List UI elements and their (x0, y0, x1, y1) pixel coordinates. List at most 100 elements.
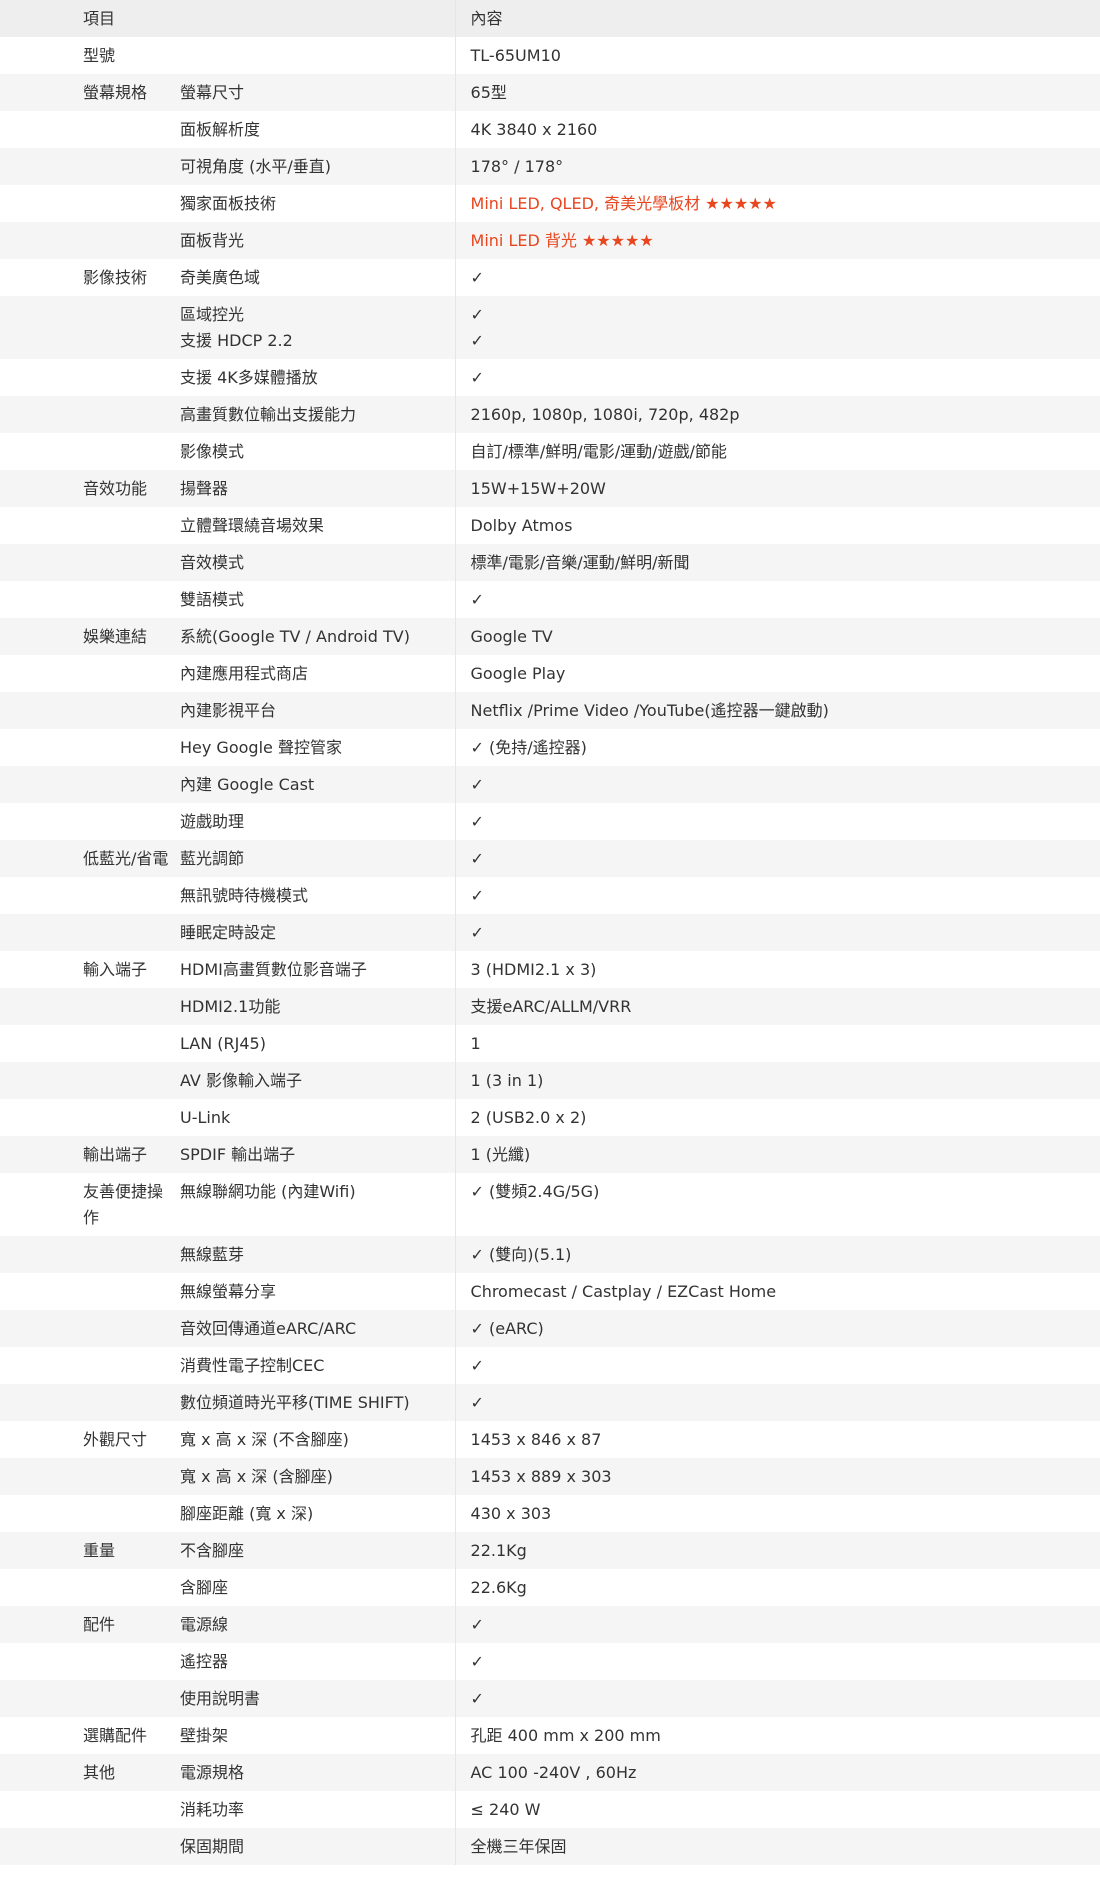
spec-item: 含腳座 (180, 1569, 456, 1606)
table-row: 使用說明書 ✓ (0, 1680, 1100, 1717)
spec-item: 不含腳座 (180, 1532, 456, 1569)
spec-value: Chromecast / Castplay / EZCast Home (454, 1273, 1100, 1310)
spec-value: 2 (USB2.0 x 2) (454, 1099, 1100, 1136)
spec-item: 數位頻道時光平移(TIME SHIFT) (180, 1384, 456, 1421)
spec-item: 面板解析度 (180, 111, 456, 148)
spec-value: 自訂/標準/鮮明/電影/運動/遊戲/節能 (454, 433, 1100, 470)
table-row: 獨家面板技術 Mini LED, QLED, 奇美光學板材 ★★★★★ (0, 185, 1100, 222)
spec-item: 無線螢幕分享 (180, 1273, 456, 1310)
spec-value: ✓ ✓ (454, 296, 1100, 359)
spec-category (0, 1062, 180, 1099)
spec-category: 影像技術 (0, 259, 180, 296)
spec-value: 1 (3 in 1) (454, 1062, 1100, 1099)
spec-value: 1453 x 889 x 303 (454, 1458, 1100, 1495)
spec-category: 低藍光/省電 (0, 840, 180, 877)
spec-category (0, 803, 180, 840)
spec-category (0, 1025, 180, 1062)
table-row: 遊戲助理 ✓ (0, 803, 1100, 840)
spec-category (0, 1273, 180, 1310)
spec-item: HDMI高畫質數位影音端子 (180, 951, 456, 988)
spec-value: 65型 (454, 74, 1100, 111)
spec-item: 藍光調節 (180, 840, 456, 877)
spec-item: 立體聲環繞音場效果 (180, 507, 456, 544)
table-row: 無訊號時待機模式 ✓ (0, 877, 1100, 914)
spec-item: 消費性電子控制CEC (180, 1347, 456, 1384)
table-row: 區域控光 支援 HDCP 2.2 ✓ ✓ (0, 296, 1100, 359)
spec-category (0, 111, 180, 148)
spec-item: 揚聲器 (180, 470, 456, 507)
spec-item: U-Link (180, 1099, 456, 1136)
table-row: 高畫質數位輸出支援能力 2160p, 1080p, 1080i, 720p, 48… (0, 396, 1100, 433)
spec-value: ✓ (454, 259, 1100, 296)
spec-value: AC 100 -240V , 60Hz (454, 1754, 1100, 1791)
spec-category: 其他 (0, 1754, 180, 1791)
spec-value: 支援eARC/ALLM/VRR (454, 988, 1100, 1025)
table-row: 支援 4K多媒體播放 ✓ (0, 359, 1100, 396)
spec-category (0, 1458, 180, 1495)
spec-item: Hey Google 聲控管家 (180, 729, 456, 766)
table-row: 影像模式 自訂/標準/鮮明/電影/運動/遊戲/節能 (0, 433, 1100, 470)
spec-category (0, 655, 180, 692)
spec-category (0, 396, 180, 433)
table-row: 面板背光 Mini LED 背光 ★★★★★ (0, 222, 1100, 259)
spec-item: HDMI2.1功能 (180, 988, 456, 1025)
spec-category (0, 359, 180, 396)
table-header-row: 項目 內容 (0, 0, 1100, 37)
spec-value: 1 (光纖) (454, 1136, 1100, 1173)
table-row: 低藍光/省電 藍光調節 ✓ (0, 840, 1100, 877)
table-row: 重量 不含腳座 22.1Kg (0, 1532, 1100, 1569)
spec-item: AV 影像輸入端子 (180, 1062, 456, 1099)
table-row: 數位頻道時光平移(TIME SHIFT) ✓ (0, 1384, 1100, 1421)
table-row: 外觀尺寸寬 x 高 x 深 (不含腳座) 1453 x 846 x 87 (0, 1421, 1100, 1458)
table-row: 選購配件 壁掛架 孔距 400 mm x 200 mm (0, 1717, 1100, 1754)
spec-item: 面板背光 (180, 222, 456, 259)
table-row: 配件 電源線 ✓ (0, 1606, 1100, 1643)
spec-item: 壁掛架 (180, 1717, 456, 1754)
spec-item: 內建應用程式商店 (180, 655, 456, 692)
table-row: 消耗功率 ≤ 240 W (0, 1791, 1100, 1828)
spec-value: ✓ (eARC) (454, 1310, 1100, 1347)
spec-value: ✓ (454, 359, 1100, 396)
spec-value: Mini LED 背光 ★★★★★ (454, 222, 1100, 259)
table-row: 娛樂連結 系統(Google TV / Android TV) Google TV (0, 618, 1100, 655)
spec-value: 22.1Kg (454, 1532, 1100, 1569)
table-row: 內建 Google Cast ✓ (0, 766, 1100, 803)
spec-item: 無訊號時待機模式 (180, 877, 456, 914)
spec-value: Google TV (454, 618, 1100, 655)
table-row: 消費性電子控制CEC ✓ (0, 1347, 1100, 1384)
spec-value: 15W+15W+20W (454, 470, 1100, 507)
spec-category: 音效功能 (0, 470, 180, 507)
spec-item: 內建影視平台 (180, 692, 456, 729)
spec-category: 友善便捷操作 (0, 1173, 180, 1236)
spec-category (0, 877, 180, 914)
table-row: 音效模式 標準/電影/音樂/運動/鮮明/新聞 (0, 544, 1100, 581)
spec-category (0, 1680, 180, 1717)
spec-value: ✓ (雙向)(5.1) (454, 1236, 1100, 1273)
spec-category (0, 507, 180, 544)
table-row: 睡眠定時設定 ✓ (0, 914, 1100, 951)
table-row: 音效回傳通道eARC/ARC ✓ (eARC) (0, 1310, 1100, 1347)
spec-category (0, 1791, 180, 1828)
spec-value: ✓ (454, 766, 1100, 803)
spec-item: 系統(Google TV / Android TV) (180, 618, 456, 655)
spec-category (0, 296, 180, 359)
spec-category (0, 433, 180, 470)
spec-category (0, 988, 180, 1025)
spec-item: 消耗功率 (180, 1791, 456, 1828)
spec-value: ✓ (454, 877, 1100, 914)
spec-item: 可視角度 (水平/垂直) (180, 148, 456, 185)
table-row: 遙控器 ✓ (0, 1643, 1100, 1680)
spec-item: 音效模式 (180, 544, 456, 581)
spec-category (0, 1347, 180, 1384)
spec-value: ✓ (454, 1680, 1100, 1717)
spec-category (0, 581, 180, 618)
spec-category (0, 222, 180, 259)
spec-category: 型號 (0, 37, 180, 74)
spec-value: Google Play (454, 655, 1100, 692)
table-row: 保固期間 全機三年保固 (0, 1828, 1100, 1865)
spec-item: 睡眠定時設定 (180, 914, 456, 951)
spec-value: ✓ (454, 803, 1100, 840)
table-row: 內建影視平台 Netflix /Prime Video /YouTube(遙控器一… (0, 692, 1100, 729)
spec-value: 3 (HDMI2.1 x 3) (454, 951, 1100, 988)
spec-item: 保固期間 (180, 1828, 456, 1865)
